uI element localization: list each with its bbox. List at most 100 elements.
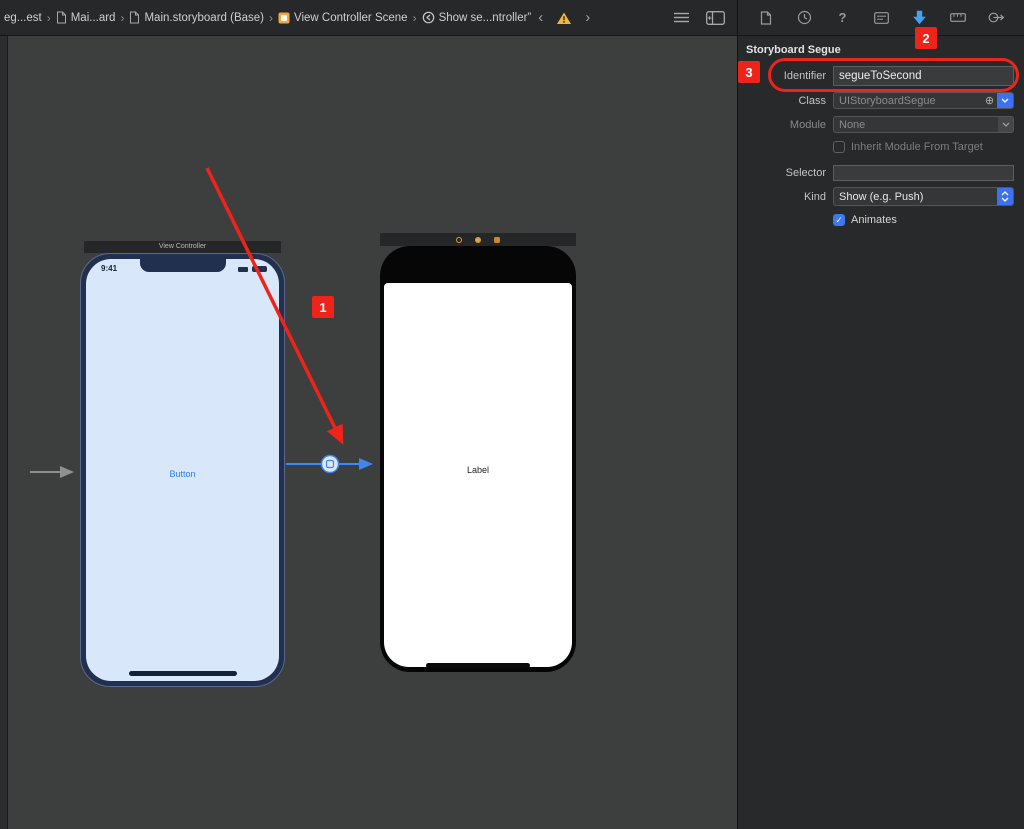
kind-label: Kind — [803, 190, 826, 203]
tab-history-inspector[interactable] — [793, 7, 815, 29]
document-icon — [130, 11, 140, 24]
segue-badge-glyph — [325, 459, 335, 469]
attributes-inspector-panel: Storyboard Segue Identifier Class UIStor… — [738, 36, 1024, 829]
view-controller-right-screen[interactable]: Label — [384, 283, 572, 667]
chevron-down-icon — [1001, 98, 1009, 103]
animates-row: ✓ Animates — [738, 213, 1014, 227]
back-button[interactable]: ‹ — [536, 10, 545, 25]
view-controller-left-screen[interactable]: 9:41 Button — [86, 259, 279, 681]
scene-dock[interactable] — [380, 233, 576, 246]
breadcrumb-separator: › — [412, 10, 417, 25]
view-controller-right[interactable]: Label — [380, 246, 576, 672]
kind-value: Show (e.g. Push) — [839, 190, 924, 203]
check-icon: ✓ — [835, 214, 843, 225]
breadcrumb-project[interactable]: eg...est — [4, 12, 42, 24]
breadcrumb-scene[interactable]: View Controller Scene — [278, 12, 408, 24]
notch — [139, 259, 226, 272]
inherit-module-label: Inherit Module From Target — [851, 141, 983, 153]
chevron-down-icon — [1002, 122, 1009, 127]
connections-inspector-icon — [988, 12, 1005, 23]
annotation-badge-3: 3 — [738, 61, 760, 83]
breadcrumb-label: eg...est — [4, 11, 42, 24]
animates-label: Animates — [851, 214, 897, 226]
selector-label: Selector — [785, 166, 826, 179]
tab-attributes-inspector-selected[interactable] — [909, 7, 931, 29]
kind-popup[interactable]: Show (e.g. Push) — [833, 187, 1014, 206]
breadcrumb-separator: › — [46, 10, 51, 25]
chevron-up-down-icon — [1001, 191, 1009, 202]
home-indicator — [128, 671, 237, 676]
adjust-editor-button[interactable] — [706, 10, 725, 25]
kind-stepper-button[interactable] — [997, 188, 1013, 205]
breadcrumb-label: Show se...ntroller” — [438, 11, 532, 24]
inspector-tab-bar: ? — [738, 0, 1024, 35]
history-inspector-icon — [797, 10, 811, 25]
annotation-badge-2: 2 — [915, 27, 937, 49]
selector-input[interactable] — [833, 164, 1014, 181]
segue-badge[interactable] — [320, 454, 340, 474]
breadcrumb-label: View Controller Scene — [294, 11, 408, 24]
file-inspector-icon — [760, 10, 771, 25]
section-title: Storyboard Segue — [746, 44, 841, 56]
scene-dock-vc-icon[interactable] — [456, 236, 462, 243]
home-indicator — [426, 663, 530, 668]
identity-inspector-icon — [873, 11, 889, 24]
identifier-row: Identifier — [738, 65, 1014, 86]
inherit-module-checkbox[interactable] — [833, 141, 845, 153]
tab-connections-inspector[interactable] — [986, 7, 1008, 29]
breadcrumb-storyboard-file[interactable]: Main.storyboard (Base) — [129, 11, 264, 24]
document-icon — [56, 11, 66, 24]
scene-dock-first-responder-icon[interactable] — [475, 236, 481, 243]
jump-bar: eg...est › Mai...ard › Main.storyboard (… — [0, 0, 737, 35]
class-add-icon[interactable]: ⊕ — [982, 94, 997, 107]
editor-layout-icon — [706, 10, 725, 25]
module-label: Module — [789, 118, 826, 131]
scene-title: View Controller — [158, 243, 207, 250]
quick-help-icon: ? — [838, 10, 847, 25]
module-row: Module None — [738, 116, 1014, 133]
tab-file-inspector[interactable] — [755, 7, 777, 29]
breadcrumb-segue[interactable]: Show se...ntroller” — [422, 11, 532, 24]
forward-button[interactable]: › — [583, 10, 592, 25]
size-inspector-icon — [950, 13, 966, 22]
status-bar-battery-icon — [252, 266, 267, 272]
tab-size-inspector[interactable] — [947, 7, 969, 29]
list-lines-icon — [674, 12, 689, 23]
breadcrumb-label: Mai...ard — [70, 11, 116, 24]
tab-quick-help-inspector[interactable]: ? — [832, 7, 854, 29]
toolbar: eg...est › Mai...ard › Main.storyboard (… — [0, 0, 1024, 36]
panel-divider — [737, 0, 738, 829]
status-bar-signal-icon — [238, 267, 248, 272]
identifier-input[interactable] — [833, 65, 1014, 86]
selector-row: Selector — [738, 164, 1014, 181]
annotation-badge-1: 1 — [312, 296, 334, 318]
breadcrumb-label: Main.storyboard (Base) — [144, 11, 264, 24]
segue-icon — [422, 11, 434, 24]
scene-icon — [278, 12, 290, 23]
class-value: UIStoryboardSegue — [839, 94, 936, 107]
warning-icon — [557, 12, 572, 24]
warning-badge[interactable] — [556, 11, 572, 25]
breadcrumb-separator: › — [120, 10, 125, 25]
ui-label[interactable]: Label — [384, 465, 572, 475]
class-label: Class — [798, 94, 826, 107]
editor-list-button[interactable] — [674, 12, 689, 23]
module-popup[interactable]: None — [833, 116, 1014, 133]
attributes-inspector-icon — [913, 10, 926, 25]
storyboard-canvas[interactable]: View Controller 9:41 Button Label — [0, 36, 737, 829]
scene-title-bar[interactable]: View Controller — [84, 241, 281, 253]
scene-dock-exit-icon[interactable] — [494, 236, 500, 243]
animates-checkbox[interactable]: ✓ — [833, 214, 845, 226]
module-dropdown-button[interactable] — [998, 117, 1013, 132]
breadcrumb-group[interactable]: Mai...ard — [56, 11, 116, 24]
ui-button[interactable]: Button — [86, 469, 279, 479]
class-combobox[interactable]: UIStoryboardSegue ⊕ — [833, 92, 1014, 109]
status-bar-time: 9:41 — [101, 264, 118, 273]
tab-identity-inspector[interactable] — [870, 7, 892, 29]
kind-row: Kind Show (e.g. Push) — [738, 187, 1014, 206]
class-row: Class UIStoryboardSegue ⊕ — [738, 92, 1014, 109]
view-controller-left[interactable]: 9:41 Button — [80, 253, 285, 687]
navigator-edge-strip — [0, 36, 8, 829]
class-dropdown-button[interactable] — [997, 93, 1013, 108]
inherit-module-row: Inherit Module From Target — [738, 140, 1014, 154]
